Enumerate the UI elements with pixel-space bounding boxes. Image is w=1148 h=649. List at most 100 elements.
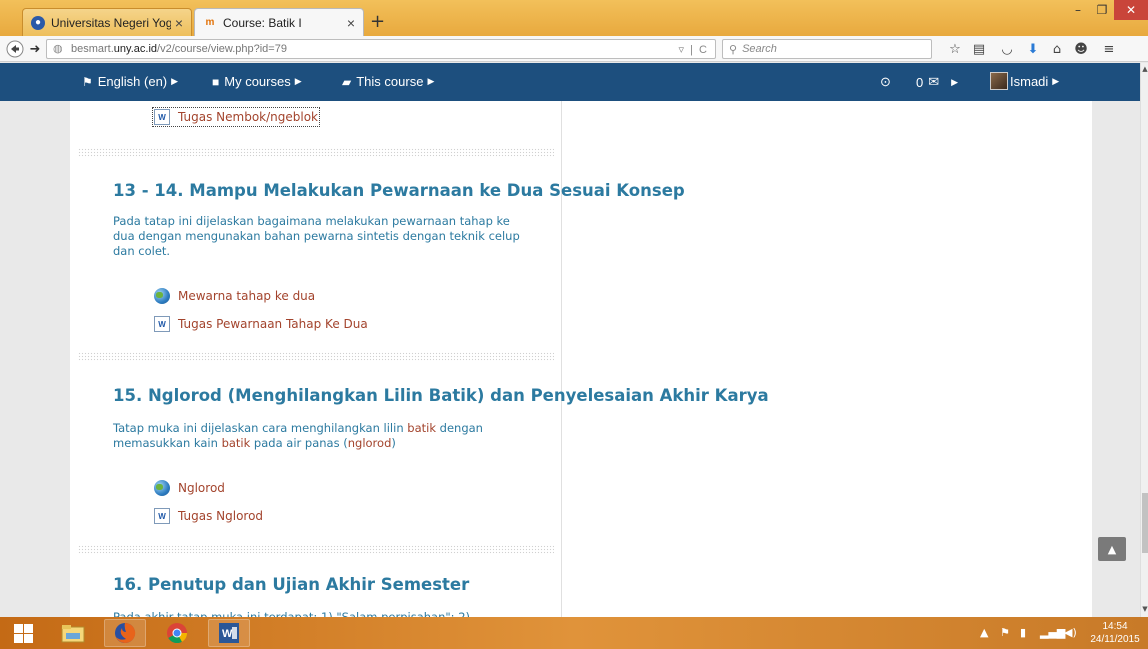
tab-title: Course: Batik I: [223, 15, 302, 30]
word-icon[interactable]: W: [208, 619, 250, 647]
caret-right-icon: ▶: [294, 76, 302, 86]
activity-tugas-nglorod[interactable]: W Tugas Nglorod: [154, 508, 263, 524]
summary-text: Tatap muka ini dijelaskan cara menghilan…: [113, 421, 408, 435]
url-resource-icon: [154, 480, 170, 496]
close-window-button[interactable]: ✕: [1114, 0, 1148, 20]
network-signal-icon[interactable]: ▂▄▆: [1040, 626, 1065, 639]
reload-icon[interactable]: ▿ | C: [678, 43, 707, 56]
scroll-up-icon[interactable]: ▲: [1141, 65, 1148, 75]
user-menu[interactable]: Ismadi ▶: [990, 72, 1059, 90]
action-center-flag-icon[interactable]: ⚑: [1000, 626, 1010, 639]
language-label: English (en): [97, 74, 168, 89]
activity-label: Mewarna tahap ke dua: [178, 289, 316, 303]
notifications-icon[interactable]: ⊙: [880, 74, 891, 90]
tab-close-icon[interactable]: ×: [347, 15, 355, 31]
moodle-navbar: ⚑ English (en) ▶ ■ My courses ▶ ▰ This c…: [0, 63, 1140, 101]
new-tab-button[interactable]: +: [370, 11, 385, 32]
my-courses-label: My courses: [224, 74, 291, 89]
user-name: Ismadi: [1010, 73, 1049, 89]
glossary-link-batik[interactable]: batik: [407, 421, 436, 435]
page-scrollbar[interactable]: ▲ ▼: [1140, 63, 1148, 617]
url-path: /v2/course/view.php?id=79: [157, 43, 287, 55]
assignment-icon: W: [154, 508, 170, 524]
section-title: 13 - 14. Mampu Melakukan Pewarnaan ke Du…: [113, 181, 685, 200]
minimize-button[interactable]: –: [1066, 0, 1090, 20]
glossary-link-nglorod[interactable]: nglorod: [348, 436, 392, 450]
section-divider: [78, 148, 554, 157]
url-bar[interactable]: ◍ besmart. uny.ac.id/v2/course/view.php?i…: [46, 39, 716, 59]
section-title: 15. Nglorod (Menghilangkan Lilin Batik) …: [113, 386, 769, 405]
maximize-button[interactable]: ❐: [1090, 0, 1114, 20]
scroll-down-icon[interactable]: ▼: [1141, 605, 1148, 615]
caret-right-icon: ▶: [1052, 75, 1060, 86]
messages-count: 0: [916, 74, 924, 90]
section-summary: Pada tatap ini dijelaskan bagaimana mela…: [113, 214, 520, 258]
download-icon[interactable]: ⬇: [1024, 40, 1042, 58]
browser-tab-uny[interactable]: ● Universitas Negeri Yogyak... ×: [22, 8, 192, 36]
activity-label: Tugas Nembok/ngeblok: [178, 110, 318, 124]
file-explorer-icon[interactable]: [52, 619, 94, 647]
activity-mewarna-tahap-ke-dua[interactable]: Mewarna tahap ke dua: [154, 288, 315, 304]
section-divider: [78, 545, 554, 554]
this-course-label: This course: [356, 74, 424, 89]
url-prefix: besmart.: [71, 43, 114, 55]
browser-tab-strip: ● Universitas Negeri Yogyak... × m Cours…: [0, 0, 1148, 36]
glossary-link-batik[interactable]: batik: [222, 436, 251, 450]
windows-taskbar: W ▲ ⚑ ▮ ▂▄▆ ◀) 14:54 24/11/2015: [0, 617, 1148, 649]
battery-icon[interactable]: ▮: [1020, 626, 1026, 639]
caret-right-icon: ▶: [171, 76, 179, 86]
browser-tab-course[interactable]: m Course: Batik I ×: [194, 8, 364, 36]
scrollbar-thumb[interactable]: [1142, 493, 1148, 553]
bookmark-star-icon[interactable]: ☆: [946, 40, 964, 58]
browser-nav-bar: ➜ ◍ besmart. uny.ac.id/v2/course/view.php…: [0, 36, 1148, 62]
clock-time: 14:54: [1102, 621, 1128, 632]
book-icon: ▰: [342, 74, 352, 89]
tab-close-icon[interactable]: ×: [175, 15, 183, 31]
pocket-icon[interactable]: ◡: [998, 40, 1016, 58]
activity-label: Nglorod: [178, 481, 225, 495]
bookmarks-list-icon[interactable]: ▤: [970, 40, 988, 58]
section-summary: Tatap muka ini dijelaskan cara menghilan…: [113, 421, 533, 451]
language-menu[interactable]: ⚑ English (en) ▶: [82, 74, 178, 89]
my-courses-menu[interactable]: ■ My courses ▶: [212, 74, 302, 89]
search-icon: ⚲: [729, 43, 738, 56]
chrome-icon[interactable]: [156, 619, 198, 647]
activity-label: Tugas Nglorod: [178, 509, 264, 523]
summary-text: pada air panas (: [250, 436, 348, 450]
uny-favicon-icon: ●: [31, 15, 45, 30]
system-clock[interactable]: 14:54 24/11/2015: [1086, 620, 1144, 646]
activity-tugas-nembok[interactable]: W Tugas Nembok/ngeblok: [152, 107, 320, 127]
url-resource-icon: [154, 288, 170, 304]
assignment-icon: W: [154, 109, 170, 125]
forward-button[interactable]: ➜: [24, 39, 46, 59]
briefcase-icon: ■: [212, 74, 220, 89]
activity-nglorod[interactable]: Nglorod: [154, 480, 225, 496]
activity-label: Tugas Pewarnaan Tahap Ke Dua: [178, 317, 368, 331]
home-icon[interactable]: ⌂: [1048, 40, 1066, 58]
section-summary: Pada akhir tatap muka ini terdapat: 1) "…: [113, 610, 471, 617]
mail-icon: ✉: [928, 74, 940, 89]
globe-icon: ◍: [53, 43, 63, 55]
assignment-icon: W: [154, 316, 170, 332]
search-placeholder: Search: [742, 43, 777, 55]
chat-icon[interactable]: ☻: [1072, 40, 1090, 58]
back-button[interactable]: [4, 39, 26, 59]
messages-menu[interactable]: 0 ✉ ▶: [916, 74, 958, 90]
this-course-menu[interactable]: ▰ This course ▶: [342, 74, 434, 89]
menu-icon[interactable]: ≡: [1100, 40, 1118, 58]
show-hidden-icons-icon[interactable]: ▲: [980, 626, 988, 639]
activity-tugas-pewarnaan[interactable]: W Tugas Pewarnaan Tahap Ke Dua: [154, 316, 368, 332]
clock-date: 24/11/2015: [1090, 634, 1140, 645]
windows-logo-icon: [13, 623, 33, 643]
firefox-icon[interactable]: [104, 619, 146, 647]
url-domain: uny.ac.id: [113, 43, 158, 55]
search-input[interactable]: ⚲ Search: [722, 39, 932, 59]
svg-text:W: W: [222, 628, 233, 640]
section-title: 16. Penutup dan Ujian Akhir Semester: [113, 575, 470, 594]
volume-icon[interactable]: ◀): [1064, 626, 1077, 639]
tab-title: Universitas Negeri Yogyak...: [51, 15, 171, 30]
back-to-top-button[interactable]: ▲: [1098, 537, 1126, 561]
start-button[interactable]: [2, 619, 44, 647]
moodle-favicon-icon: m: [205, 17, 215, 28]
avatar: [990, 72, 1008, 90]
